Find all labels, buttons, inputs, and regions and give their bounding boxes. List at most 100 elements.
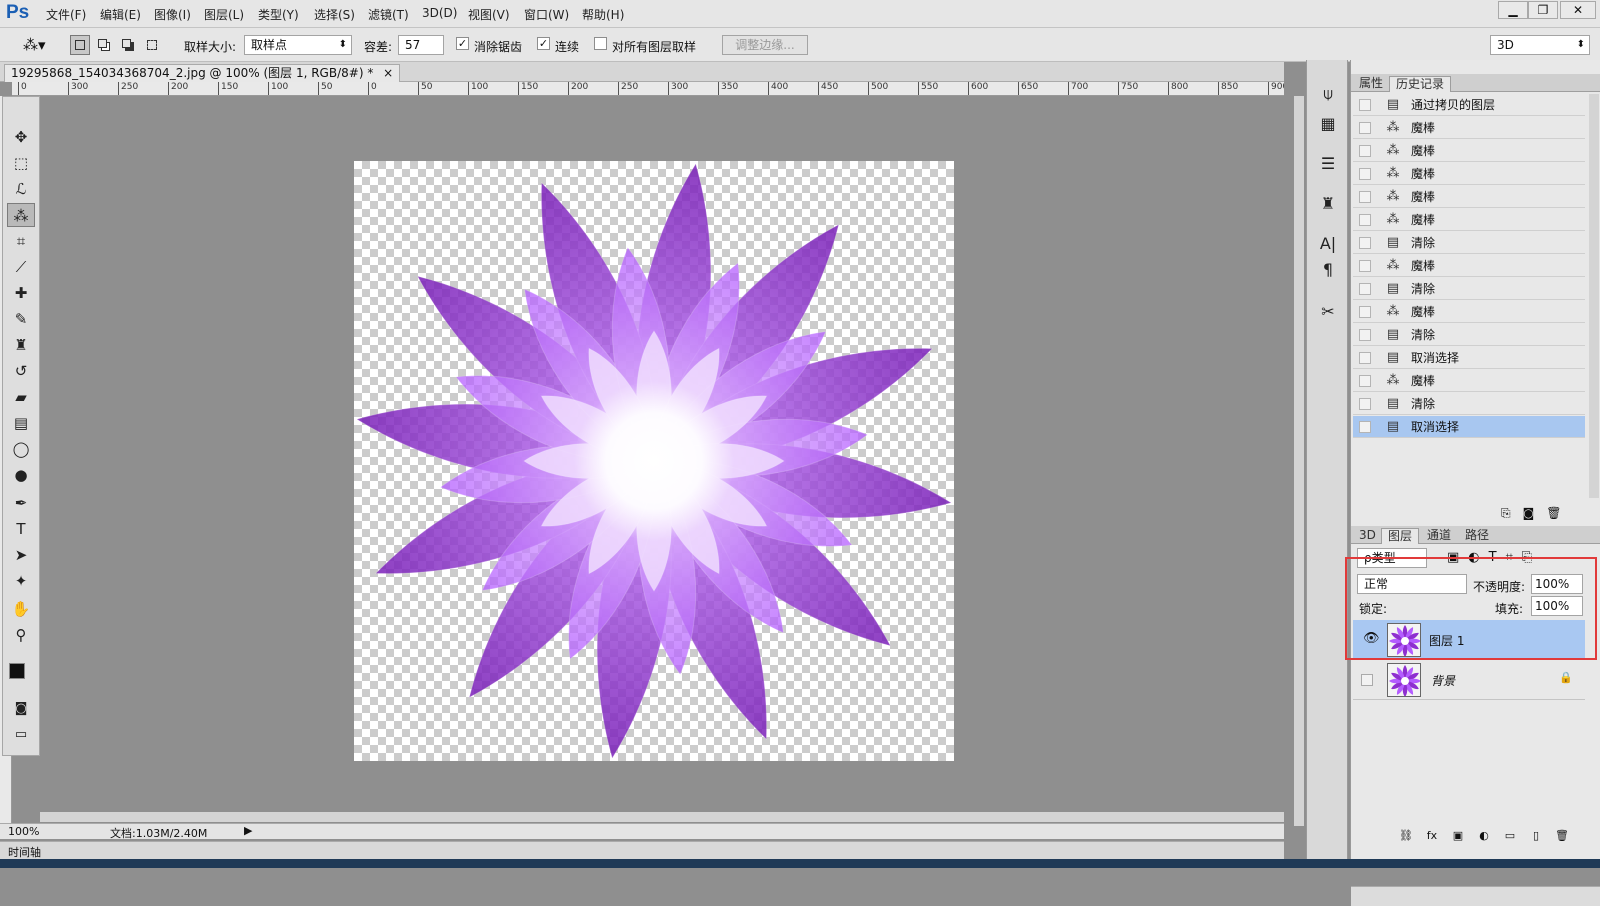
hand-tool-icon[interactable]: ✋ [7, 597, 35, 621]
add-selection-icon[interactable] [94, 35, 114, 55]
gradient-tool-icon[interactable]: ▤ [7, 411, 35, 435]
eraser-tool-icon[interactable]: ▰ [7, 385, 35, 409]
history-snapshot-checkbox[interactable] [1359, 191, 1371, 203]
history-item[interactable]: ▤ 清除 [1353, 393, 1585, 415]
menu-edit[interactable]: 编辑(E) [100, 6, 141, 23]
history-item[interactable]: ▤ 清除 [1353, 324, 1585, 346]
sample-size-select[interactable]: 取样点 ⬍ [244, 35, 352, 55]
history-item[interactable]: ⁂ 魔棒 [1353, 117, 1585, 139]
history-snapshot-checkbox[interactable] [1359, 329, 1371, 341]
history-snapshot-checkbox[interactable] [1359, 398, 1371, 410]
menu-view[interactable]: 视图(V) [468, 6, 510, 23]
swatches-icon[interactable]: ▦ [1315, 112, 1341, 136]
history-snapshot-checkbox[interactable] [1359, 306, 1371, 318]
quick-mask-icon[interactable]: ◙ [7, 697, 35, 721]
move-tool-icon[interactable]: ✥ [7, 125, 35, 149]
history-snapshot-checkbox[interactable] [1359, 375, 1371, 387]
tab-paths[interactable]: 路径 [1459, 528, 1495, 544]
character-icon[interactable]: A| [1315, 232, 1341, 256]
subtract-selection-icon[interactable] [118, 35, 138, 55]
menu-filter[interactable]: 滤镜(T) [368, 6, 409, 23]
history-item[interactable]: ▤ 清除 [1353, 232, 1585, 254]
history-item[interactable]: ⁂ 魔棒 [1353, 186, 1585, 208]
history-snapshot-checkbox[interactable] [1359, 260, 1371, 272]
menu-select[interactable]: 选择(S) [314, 6, 355, 23]
new-layer-icon[interactable]: ▯ [1526, 829, 1546, 842]
document-tab[interactable]: 19295868_154034368704_2.jpg @ 100% (图层 1… [4, 64, 401, 82]
vertical-scrollbar[interactable] [1294, 96, 1304, 826]
zoom-level[interactable]: 100% [8, 825, 39, 838]
brush-tool-icon[interactable]: ✎ [7, 307, 35, 331]
history-snapshot-checkbox[interactable] [1359, 214, 1371, 226]
menu-file[interactable]: 文件(F) [46, 6, 86, 23]
dodge-tool-icon[interactable]: ● [7, 463, 35, 487]
history-item[interactable]: ▤ 清除 [1353, 278, 1585, 300]
tab-properties[interactable]: 属性 [1353, 76, 1389, 92]
layer-row-background[interactable]: 背景 🔒 [1353, 660, 1585, 700]
close-button[interactable]: ✕ [1560, 1, 1596, 19]
adjustments-icon[interactable]: ☰ [1315, 152, 1341, 176]
history-snapshot-checkbox[interactable] [1359, 122, 1371, 134]
history-item[interactable]: ⁂ 魔棒 [1353, 163, 1585, 185]
crop-tool-icon[interactable]: ⌗ [7, 229, 35, 253]
history-scrollbar[interactable] [1589, 94, 1599, 498]
history-footer-icons[interactable]: ⎘◙🗑 [1501, 506, 1573, 521]
trash-icon[interactable]: 🗑 [1552, 829, 1572, 842]
history-snapshot-checkbox[interactable] [1359, 168, 1371, 180]
pen-tool-icon[interactable]: ✒ [7, 491, 35, 515]
timeline-label[interactable]: 时间轴 [8, 844, 41, 860]
mask-icon[interactable]: ▣ [1448, 829, 1468, 842]
tool-presets-icon[interactable]: ✂ [1315, 300, 1341, 324]
history-snapshot-checkbox[interactable] [1359, 145, 1371, 157]
history-item[interactable]: ⁂ 魔棒 [1353, 370, 1585, 392]
refine-edge-button[interactable]: 调整边缘... [722, 35, 808, 55]
screen-mode-icon[interactable]: ▭ [7, 723, 35, 747]
paragraph-icon[interactable]: ¶ [1315, 258, 1341, 282]
antialias-checkbox[interactable]: ✓ [456, 37, 469, 50]
brush-presets-icon[interactable]: ⍦ [1315, 82, 1341, 106]
history-snapshot-checkbox[interactable] [1359, 421, 1371, 433]
path-select-tool-icon[interactable]: ➤ [7, 543, 35, 567]
history-item[interactable]: ⁂ 魔棒 [1353, 140, 1585, 162]
group-icon[interactable]: ▭ [1500, 829, 1520, 842]
workspace-select[interactable]: 3D ⬍ [1490, 35, 1590, 55]
contiguous-checkbox[interactable]: ✓ [537, 37, 550, 50]
minimize-button[interactable]: ▁ [1498, 1, 1528, 19]
fx-icon[interactable]: fx [1422, 829, 1442, 842]
restore-button[interactable]: ❐ [1528, 1, 1558, 19]
history-snapshot-checkbox[interactable] [1359, 283, 1371, 295]
tab-channels[interactable]: 通道 [1421, 528, 1457, 544]
eyedropper-tool-icon[interactable]: ⟋ [7, 255, 35, 279]
status-menu-arrow-icon[interactable]: ▶ [244, 824, 252, 837]
link-icon[interactable]: ⛓ [1396, 829, 1416, 842]
type-tool-icon[interactable]: T [7, 517, 35, 541]
history-snapshot-checkbox[interactable] [1359, 99, 1371, 111]
intersect-selection-icon[interactable] [142, 35, 162, 55]
document-canvas[interactable] [354, 161, 954, 761]
history-item[interactable]: ⁂ 魔棒 [1353, 255, 1585, 277]
menu-3d[interactable]: 3D(D) [422, 6, 457, 20]
shape-tool-icon[interactable]: ✦ [7, 569, 35, 593]
lasso-tool-icon[interactable]: ℒ [7, 177, 35, 201]
history-item[interactable]: ▤ 取消选择 [1353, 347, 1585, 369]
close-tab-icon[interactable]: × [383, 66, 393, 80]
tolerance-input[interactable]: 57 [398, 35, 444, 55]
clone-source-icon[interactable]: ♜ [1315, 192, 1341, 216]
healing-brush-tool-icon[interactable]: ✚ [7, 281, 35, 305]
menu-image[interactable]: 图像(I) [154, 6, 191, 23]
foreground-color-swatch[interactable] [9, 663, 25, 679]
magic-wand-preset-icon[interactable]: ⁂▾ [22, 35, 46, 55]
marquee-tool-icon[interactable]: ⬚ [7, 151, 35, 175]
tab-3d[interactable]: 3D [1353, 528, 1382, 544]
all-layers-checkbox[interactable] [594, 37, 607, 50]
clone-stamp-tool-icon[interactable]: ♜ [7, 333, 35, 357]
menu-layer[interactable]: 图层(L) [204, 6, 244, 23]
history-snapshot-checkbox[interactable] [1359, 352, 1371, 364]
layer-name[interactable]: 背景 [1431, 672, 1455, 689]
history-item[interactable]: ⁂ 魔棒 [1353, 301, 1585, 323]
blur-tool-icon[interactable]: ◯ [7, 437, 35, 461]
history-brush-tool-icon[interactable]: ↺ [7, 359, 35, 383]
menu-window[interactable]: 窗口(W) [524, 6, 569, 23]
menu-type[interactable]: 类型(Y) [258, 6, 299, 23]
history-item[interactable]: ⁂ 魔棒 [1353, 209, 1585, 231]
